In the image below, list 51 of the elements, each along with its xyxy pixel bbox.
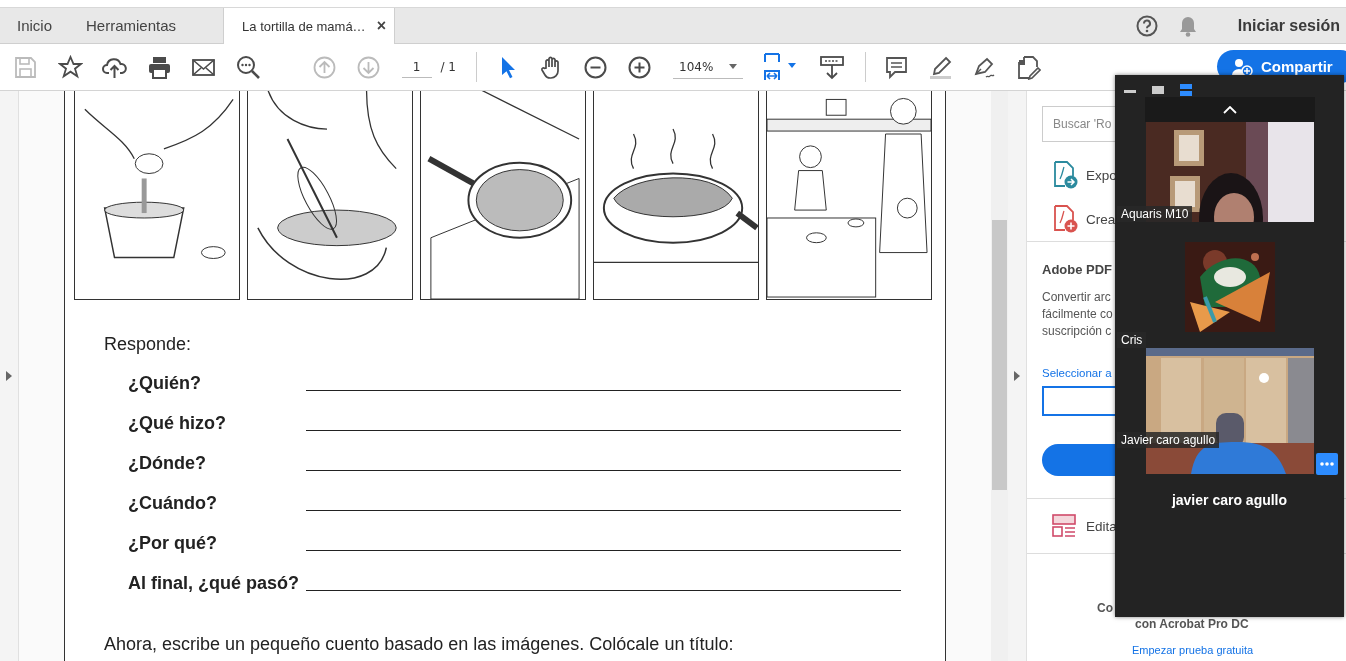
tab[interactable]: La tortilla de mamá… ×: [223, 8, 396, 44]
question-label: ¿Qué hizo?: [127, 412, 227, 434]
promo-heading: con Acrobat Pro DC: [1135, 617, 1249, 631]
participant-name: Cris: [1117, 332, 1147, 348]
stacked-view-icon[interactable]: [1179, 84, 1193, 96]
zoom-dropdown[interactable]: 104%: [673, 55, 744, 79]
close-button[interactable]: ×: [368, 17, 395, 35]
instruction-text: Ahora, escribe un pequeño cuento basado en las imágenes. Colócale un título:: [103, 633, 735, 655]
caret-icon: [729, 64, 738, 69]
promo-heading: Co: [1097, 601, 1113, 615]
promo-text: Convertir arc: [1042, 289, 1112, 306]
question-label: ¿Cuándo?: [127, 492, 218, 514]
zoom-in-icon[interactable]: [627, 54, 652, 80]
more-options-icon[interactable]: [1316, 453, 1338, 475]
chevron-up-icon[interactable]: [1222, 105, 1237, 114]
expand-icon[interactable]: [1014, 371, 1020, 381]
promo-title: Adobe PDF: [1042, 262, 1113, 277]
tool-link[interactable]: Crea: [1086, 211, 1116, 227]
tab[interactable]: Herramientas: [86, 17, 177, 34]
promo-text: suscripción c: [1042, 323, 1113, 340]
question-label: ¿Quién?: [127, 372, 202, 394]
participant-name: Javier caro agullo: [1117, 432, 1220, 448]
edit-pdf-icon: [1052, 514, 1078, 538]
single-view-icon[interactable]: [1151, 84, 1165, 96]
page-count: / 1: [440, 60, 456, 74]
scroll-mode-icon[interactable]: [819, 54, 846, 80]
highlighter-icon[interactable]: [928, 54, 954, 80]
participant-name: Aquaris M10: [1117, 206, 1193, 222]
print-icon[interactable]: [146, 54, 172, 80]
convert-button[interactable]: [1042, 444, 1116, 476]
scrollbar-thumb[interactable]: [992, 220, 1007, 490]
zoom-out-icon[interactable]: [583, 54, 608, 80]
question-label: Al final, ¿qué pasó?: [127, 572, 300, 594]
question-label: ¿Dónde?: [127, 452, 207, 474]
create-pdf-icon: [1052, 205, 1078, 233]
prompt-text: Responde:: [104, 334, 193, 355]
comment-icon[interactable]: [884, 54, 910, 80]
export-pdf-icon: [1052, 161, 1078, 189]
star-icon[interactable]: [57, 54, 83, 80]
tab[interactable]: Inicio: [17, 17, 53, 34]
edit-document-icon[interactable]: [1016, 54, 1042, 80]
search-icon[interactable]: [235, 54, 261, 80]
page-number-field[interactable]: 1: [401, 56, 432, 78]
question-label: ¿Por qué?: [127, 532, 218, 554]
select-file-link[interactable]: Seleccionar a: [1042, 367, 1112, 379]
help-icon[interactable]: [1135, 14, 1158, 37]
free-trial-link[interactable]: Empezar prueba gratuita: [1132, 644, 1254, 656]
sign-in-link[interactable]: Iniciar sesión: [1237, 16, 1340, 35]
expand-icon[interactable]: [6, 371, 12, 381]
promo-text: fácilmente co: [1042, 306, 1113, 323]
speaker-name: javier caro agullo: [1171, 492, 1288, 508]
